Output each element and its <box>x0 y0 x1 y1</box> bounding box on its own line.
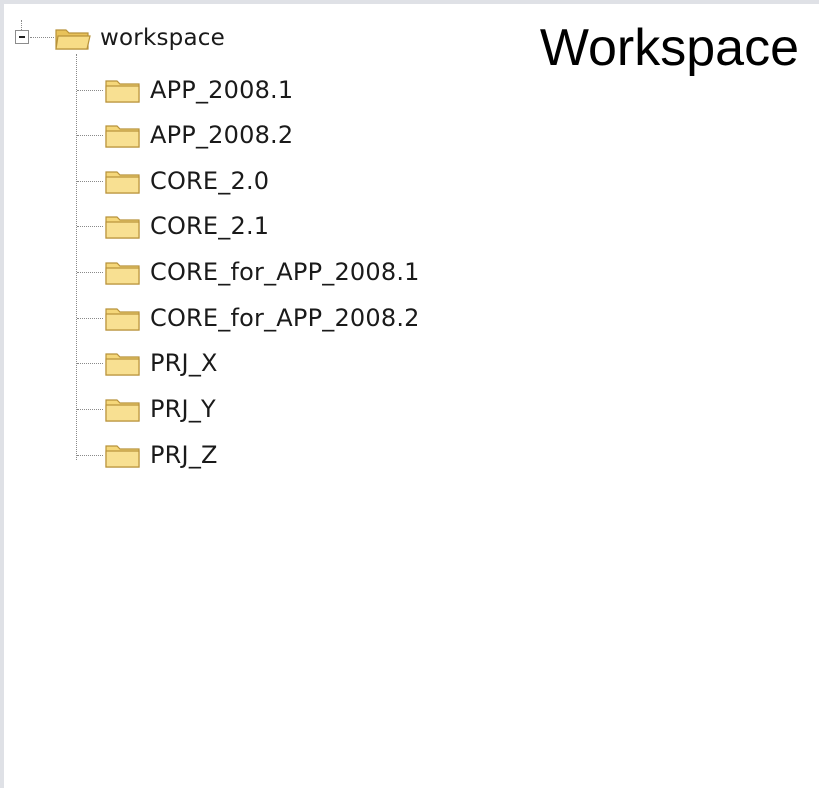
tree-item-core-2-0[interactable]: CORE_2.0 <box>104 165 269 197</box>
folder-tree: workspace APP_2008.1 APP_2008.2 CORE_2.0… <box>4 4 524 484</box>
folder-icon <box>105 353 140 376</box>
tree-item-prj-x[interactable]: PRJ_X <box>104 347 218 379</box>
folder-icon <box>105 308 140 331</box>
tree-connector <box>77 409 103 410</box>
tree-item-app-2008-2[interactable]: APP_2008.2 <box>104 119 293 151</box>
tree-item-core-2-1[interactable]: CORE_2.1 <box>104 210 269 242</box>
tree-connector <box>77 318 103 319</box>
tree-item-label: CORE_for_APP_2008.2 <box>150 304 420 332</box>
tree-item-label: PRJ_Z <box>150 441 218 469</box>
folder-icon <box>105 445 140 468</box>
tree-item-core-for-app-2008-1[interactable]: CORE_for_APP_2008.1 <box>104 256 420 288</box>
tree-item-app-2008-1[interactable]: APP_2008.1 <box>104 74 293 106</box>
tree-connector <box>77 363 103 364</box>
tree-item-label: PRJ_X <box>150 349 218 377</box>
tree-root-label: workspace <box>100 25 225 51</box>
tree-connector <box>77 455 103 456</box>
folder-icon <box>105 262 140 285</box>
tree-root-node[interactable]: workspace <box>54 22 225 54</box>
tree-item-label: CORE_for_APP_2008.1 <box>150 258 420 286</box>
tree-item-label: PRJ_Y <box>150 395 216 423</box>
tree-connector <box>30 37 54 38</box>
tree-item-label: APP_2008.1 <box>150 76 294 104</box>
tree-item-prj-z[interactable]: PRJ_Z <box>104 439 218 471</box>
tree-item-label: APP_2008.2 <box>150 121 294 149</box>
tree-connector <box>21 20 22 30</box>
collapse-toggle[interactable] <box>15 30 29 44</box>
tree-connector <box>76 54 77 460</box>
tree-connector <box>77 135 103 136</box>
folder-icon <box>105 171 140 194</box>
folder-open-icon <box>55 29 91 50</box>
tree-item-label: CORE_2.0 <box>150 167 270 195</box>
tree-connector <box>77 272 103 273</box>
tree-connector <box>77 90 103 91</box>
tree-item-core-for-app-2008-2[interactable]: CORE_for_APP_2008.2 <box>104 302 420 334</box>
page-title: Workspace <box>539 19 799 77</box>
tree-item-prj-y[interactable]: PRJ_Y <box>104 393 216 425</box>
tree-connector <box>77 181 103 182</box>
tree-panel: Workspace workspace APP_2008.1 APP_2008.… <box>4 4 819 788</box>
tree-item-label: CORE_2.1 <box>150 212 270 240</box>
folder-icon <box>105 216 140 239</box>
folder-icon <box>105 125 140 148</box>
tree-connector <box>77 226 103 227</box>
folder-icon <box>105 399 140 422</box>
folder-icon <box>105 80 140 103</box>
